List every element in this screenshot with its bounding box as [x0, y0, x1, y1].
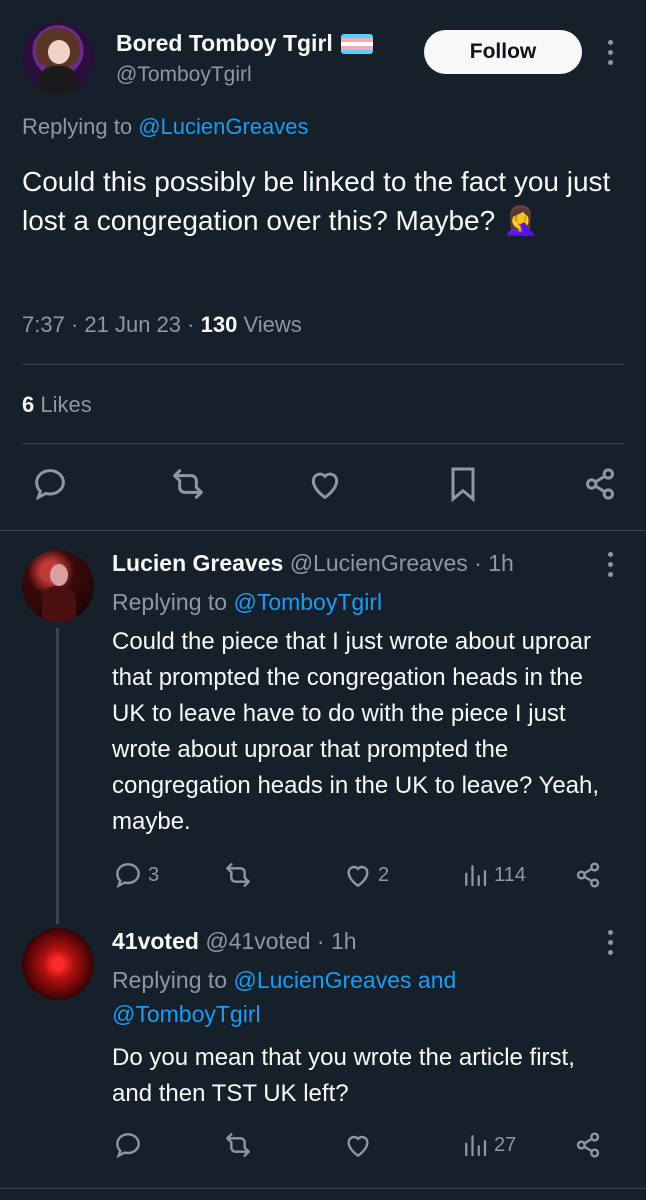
- transgender-flag-icon: [340, 33, 373, 54]
- replying-prefix: Replying to: [22, 114, 133, 139]
- replying-prefix: Replying to: [112, 967, 228, 993]
- reply-actions: 3 2 114: [112, 858, 612, 892]
- reply-icon: [116, 863, 140, 889]
- reply-icon: [116, 1133, 140, 1159]
- reply-author-name[interactable]: 41voted: [112, 928, 199, 954]
- like-button[interactable]: [342, 1129, 374, 1161]
- author-handle[interactable]: @TomboyTgirl: [116, 63, 252, 87]
- divider: [22, 364, 624, 365]
- divider: [0, 1188, 646, 1189]
- likes-label: Likes: [40, 392, 92, 417]
- reply-author-name[interactable]: Lucien Greaves: [112, 550, 283, 576]
- reply-author-handle[interactable]: @41voted: [205, 928, 310, 954]
- share-icon[interactable]: [580, 464, 620, 504]
- author-name-row[interactable]: Bored Tomboy Tgirl: [116, 30, 373, 57]
- tweet-meta: 7:37 · 21 Jun 23 · 130 Views: [22, 312, 302, 337]
- author-display-name[interactable]: Bored Tomboy Tgirl: [116, 30, 333, 57]
- reply-count: 3: [148, 863, 160, 886]
- avatar[interactable]: [22, 550, 94, 622]
- reply-button[interactable]: [112, 1129, 144, 1161]
- reply-icon[interactable]: [30, 464, 70, 504]
- share-icon: [576, 862, 600, 888]
- views-button[interactable]: 27: [460, 1130, 516, 1160]
- thread-line: [56, 628, 59, 924]
- views-icon: [465, 865, 487, 887]
- like-icon: [347, 865, 369, 888]
- more-options-icon[interactable]: [607, 552, 613, 577]
- likes-row[interactable]: 6 Likes: [22, 392, 92, 418]
- replying-to-link[interactable]: @TomboyTgirl: [233, 589, 382, 615]
- like-icon[interactable]: [305, 464, 345, 504]
- share-icon: [576, 1132, 600, 1158]
- views-button[interactable]: 114: [460, 860, 526, 890]
- follow-button[interactable]: Follow: [424, 30, 582, 74]
- retweet-button[interactable]: [222, 1129, 254, 1161]
- tweet-time: 7:37: [22, 312, 65, 337]
- replying-to-link[interactable]: @LucienGreaves and: [233, 967, 456, 993]
- reply-text: Do you mean that you wrote the article f…: [112, 1044, 575, 1107]
- avatar[interactable]: [22, 22, 94, 94]
- tweet-date: 21 Jun 23: [84, 312, 182, 337]
- views-icon: [465, 1135, 487, 1157]
- more-options-icon[interactable]: [607, 930, 613, 955]
- replying-to-link[interactable]: @LucienGreaves: [138, 114, 308, 139]
- reply-header: Lucien Greaves @LucienGreaves · 1h: [112, 550, 514, 576]
- share-button[interactable]: [572, 859, 604, 891]
- reply-age[interactable]: 1h: [331, 928, 357, 954]
- reply-text: Could the piece that I just wrote about …: [112, 628, 600, 835]
- tweet-actions: [30, 464, 620, 504]
- view-count: 27: [494, 1133, 517, 1156]
- bookmark-icon[interactable]: [443, 464, 483, 504]
- more-options-icon[interactable]: [607, 40, 613, 65]
- reply-age[interactable]: 1h: [488, 550, 514, 576]
- tweet-text: Could this possibly be linked to the fac…: [22, 166, 611, 236]
- like-button[interactable]: 2: [342, 859, 389, 891]
- retweet-button[interactable]: [222, 859, 254, 891]
- retweet-icon[interactable]: [168, 464, 208, 504]
- retweet-icon: [226, 1133, 250, 1157]
- replying-to: Replying to @TomboyTgirl: [112, 585, 382, 619]
- replying-to-link[interactable]: @TomboyTgirl: [112, 1001, 261, 1027]
- reply-header: 41voted @41voted · 1h: [112, 928, 357, 954]
- share-button[interactable]: [572, 1129, 604, 1161]
- likes-count: 6: [22, 392, 35, 417]
- replying-to: Replying to @LucienGreaves and @TomboyTg…: [112, 963, 612, 1031]
- reply-actions: 27: [112, 1128, 612, 1162]
- avatar[interactable]: [22, 928, 94, 1000]
- view-count: 114: [494, 863, 526, 886]
- views-label: Views: [243, 312, 302, 337]
- like-icon: [347, 1135, 369, 1158]
- views-count: 130: [200, 312, 238, 337]
- replying-to: Replying to @LucienGreaves: [22, 114, 309, 140]
- reply-author-handle[interactable]: @LucienGreaves: [290, 550, 468, 576]
- like-count: 2: [378, 863, 390, 886]
- divider: [0, 530, 646, 531]
- divider: [22, 443, 624, 444]
- replying-prefix: Replying to: [112, 589, 228, 615]
- retweet-icon: [226, 863, 250, 887]
- reply-button[interactable]: 3: [112, 859, 159, 891]
